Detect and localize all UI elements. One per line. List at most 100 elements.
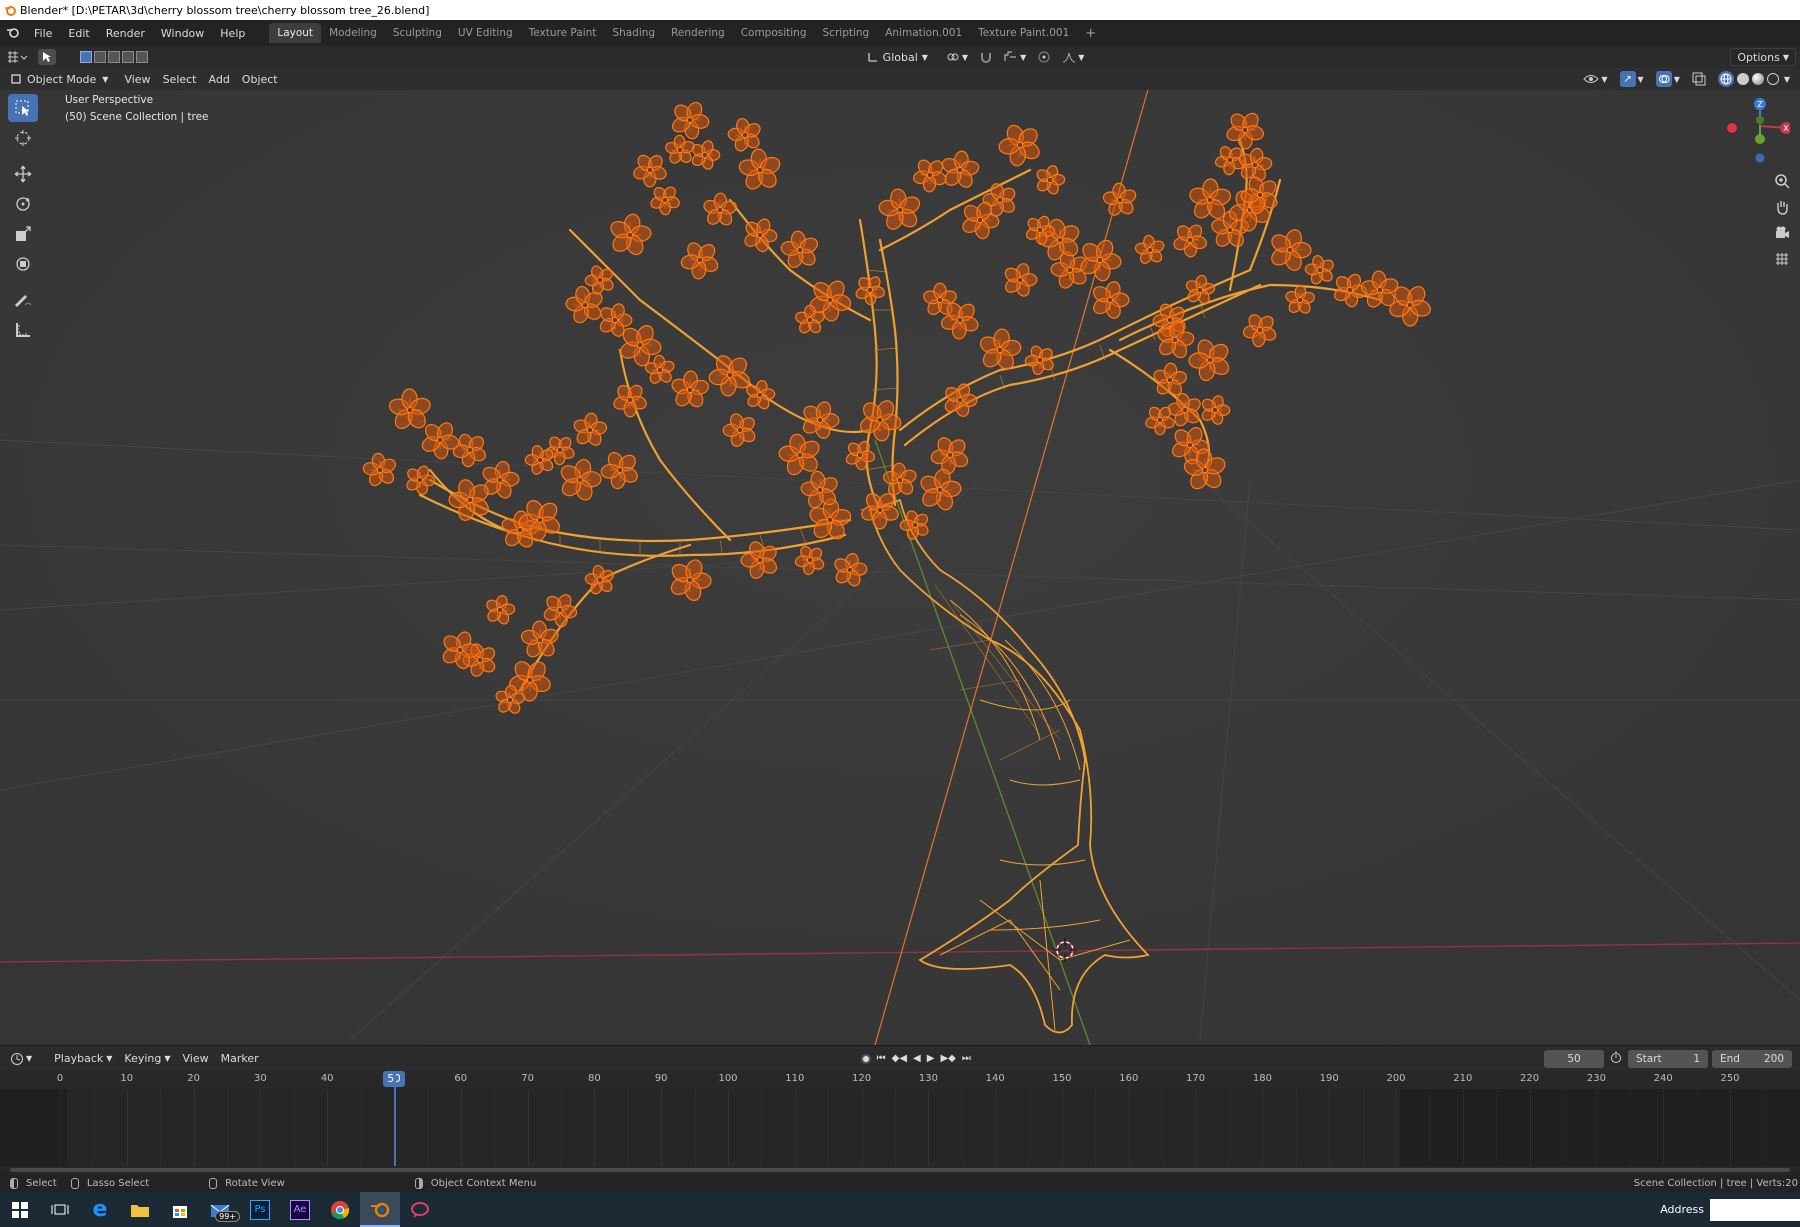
solid-shading-icon[interactable]	[1736, 73, 1749, 85]
camera-view-icon[interactable]	[1770, 220, 1794, 246]
visibility-dropdown[interactable]: ▼	[1577, 70, 1613, 88]
next-keyframe-icon[interactable]: ▶◆	[940, 1053, 955, 1064]
timeline-editor-type[interactable]: ▼	[4, 1050, 38, 1068]
shading-modes[interactable]: ▼	[1712, 70, 1796, 88]
annotate-tool[interactable]	[8, 286, 38, 314]
play-icon[interactable]: ▶	[927, 1053, 935, 1064]
selection-mode-buttons[interactable]	[74, 48, 154, 66]
mail-icon[interactable]: 99+	[200, 1192, 240, 1227]
select-extend-icon[interactable]	[94, 51, 106, 63]
timeline-scrollbar[interactable]	[0, 1166, 1800, 1174]
select-intersect-icon[interactable]	[136, 51, 148, 63]
store-icon[interactable]	[160, 1192, 200, 1227]
gizmo-neg-z-handle[interactable]	[1755, 153, 1765, 163]
xray-toggle[interactable]	[1686, 70, 1712, 88]
transform-orientation-dropdown[interactable]: Global ▼	[861, 48, 934, 66]
tab-modeling[interactable]: Modeling	[321, 23, 385, 43]
tab-animation-001[interactable]: Animation.001	[877, 23, 970, 43]
jump-start-icon[interactable]: ⏮	[877, 1053, 886, 1064]
play-reverse-icon[interactable]: ◀	[913, 1053, 921, 1064]
select-tool-icon[interactable]	[34, 48, 60, 66]
record-icon[interactable]	[860, 1053, 871, 1064]
menu-object[interactable]: Object	[236, 70, 284, 88]
tab-uv-editing[interactable]: UV Editing	[450, 23, 521, 43]
menu-window[interactable]: Window	[153, 27, 212, 40]
transform-tool[interactable]	[8, 250, 38, 278]
playhead-line[interactable]	[394, 1071, 396, 1166]
timeline-marker-menu[interactable]: Marker	[215, 1050, 265, 1068]
wireframe-shading-icon[interactable]	[1717, 71, 1734, 87]
select-subtract-icon[interactable]	[108, 51, 120, 63]
navigation-gizmo[interactable]: Z X	[1720, 94, 1792, 164]
add-workspace-button[interactable]: +	[1077, 22, 1104, 45]
timeline-track-area[interactable]	[0, 1071, 1800, 1166]
blender-menu-icon[interactable]	[0, 25, 26, 42]
pivot-point-dropdown[interactable]: ▼	[940, 48, 974, 66]
jump-end-icon[interactable]: ⏭	[962, 1053, 971, 1064]
options-dropdown[interactable]: Options ▼	[1730, 48, 1796, 66]
current-frame-field[interactable]: 50	[1544, 1049, 1604, 1068]
gizmo-y-handle[interactable]	[1755, 134, 1765, 144]
gizmo-neg-y-handle[interactable]	[1756, 116, 1764, 124]
rotate-tool[interactable]	[8, 190, 38, 218]
falloff-dropdown[interactable]: ▼	[1056, 48, 1090, 66]
chrome-icon[interactable]	[320, 1192, 360, 1227]
menu-view[interactable]: View	[118, 70, 156, 88]
tab-compositing[interactable]: Compositing	[733, 23, 815, 43]
tab-sculpting[interactable]: Sculpting	[385, 23, 450, 43]
tab-texture-paint[interactable]: Texture Paint	[521, 23, 605, 43]
gizmo-toggle[interactable]: ↗ ▼	[1614, 70, 1650, 88]
rendered-shading-icon[interactable]	[1766, 73, 1779, 85]
gizmo-neg-x-handle[interactable]	[1727, 123, 1737, 133]
measure-tool[interactable]	[8, 316, 38, 344]
blender-taskbar-icon[interactable]	[360, 1192, 400, 1227]
snap-toggle[interactable]	[974, 48, 998, 66]
windows-start-icon[interactable]	[0, 1192, 40, 1227]
scale-tool[interactable]	[8, 220, 38, 248]
preview-range-toggle[interactable]	[1610, 1051, 1622, 1066]
select-box-tool[interactable]	[8, 94, 38, 122]
menu-edit[interactable]: Edit	[60, 27, 97, 40]
editor-type-dropdown[interactable]	[0, 48, 34, 66]
menu-render[interactable]: Render	[98, 27, 153, 40]
tab-layout[interactable]: Layout	[269, 23, 322, 43]
snap-target-dropdown[interactable]: ▼	[998, 48, 1032, 66]
end-frame-field[interactable]: End 200	[1712, 1049, 1792, 1068]
timeline-gridline	[93, 1089, 95, 1166]
prev-keyframe-icon[interactable]: ◆◀	[892, 1053, 907, 1064]
task-view-icon[interactable]	[40, 1192, 80, 1227]
3d-viewport[interactable]: User Perspective (50) Scene Collection |…	[0, 90, 1800, 1045]
timeline-ruler[interactable]: 0 10 20 30 40 60 70 80 90 100 110 120 130 140 150 160 17…	[0, 1071, 1800, 1089]
tab-scripting[interactable]: Scripting	[815, 23, 878, 43]
move-tool[interactable]	[8, 160, 38, 188]
timeline-playback-menu[interactable]: Playback ▼	[48, 1050, 118, 1068]
timeline-view-menu[interactable]: View	[177, 1050, 215, 1068]
material-shading-icon[interactable]	[1751, 73, 1764, 85]
hand-pan-icon[interactable]	[1770, 194, 1794, 220]
zoom-icon[interactable]	[1770, 168, 1794, 194]
overlays-toggle[interactable]: ▼	[1650, 70, 1686, 88]
ortho-grid-icon[interactable]	[1770, 246, 1794, 272]
viewport-scene[interactable]	[0, 90, 1800, 1045]
edge-browser-icon[interactable]: e	[80, 1192, 120, 1227]
photoshop-icon[interactable]: Ps	[240, 1192, 280, 1227]
select-new-icon[interactable]	[80, 51, 92, 63]
tab-shading[interactable]: Shading	[604, 23, 663, 43]
start-frame-value: 1	[1693, 1052, 1700, 1065]
menu-file[interactable]: File	[26, 27, 60, 40]
menu-select[interactable]: Select	[157, 70, 203, 88]
tab-rendering[interactable]: Rendering	[663, 23, 733, 43]
chat-app-icon[interactable]	[400, 1192, 440, 1227]
file-explorer-icon[interactable]	[120, 1192, 160, 1227]
cursor-tool[interactable]	[8, 124, 38, 152]
timeline-keying-menu[interactable]: Keying ▼	[118, 1050, 176, 1068]
select-invert-icon[interactable]	[122, 51, 134, 63]
menu-add[interactable]: Add	[203, 70, 236, 88]
menu-help[interactable]: Help	[212, 27, 253, 40]
after-effects-icon[interactable]: Ae	[280, 1192, 320, 1227]
mode-dropdown[interactable]: Object Mode ▼	[4, 70, 114, 88]
proportional-edit-toggle[interactable]	[1032, 48, 1056, 66]
start-frame-field[interactable]: Start 1	[1628, 1049, 1708, 1068]
address-bar-input[interactable]	[1710, 1198, 1800, 1221]
tab-texture-paint-001[interactable]: Texture Paint.001	[970, 23, 1077, 43]
